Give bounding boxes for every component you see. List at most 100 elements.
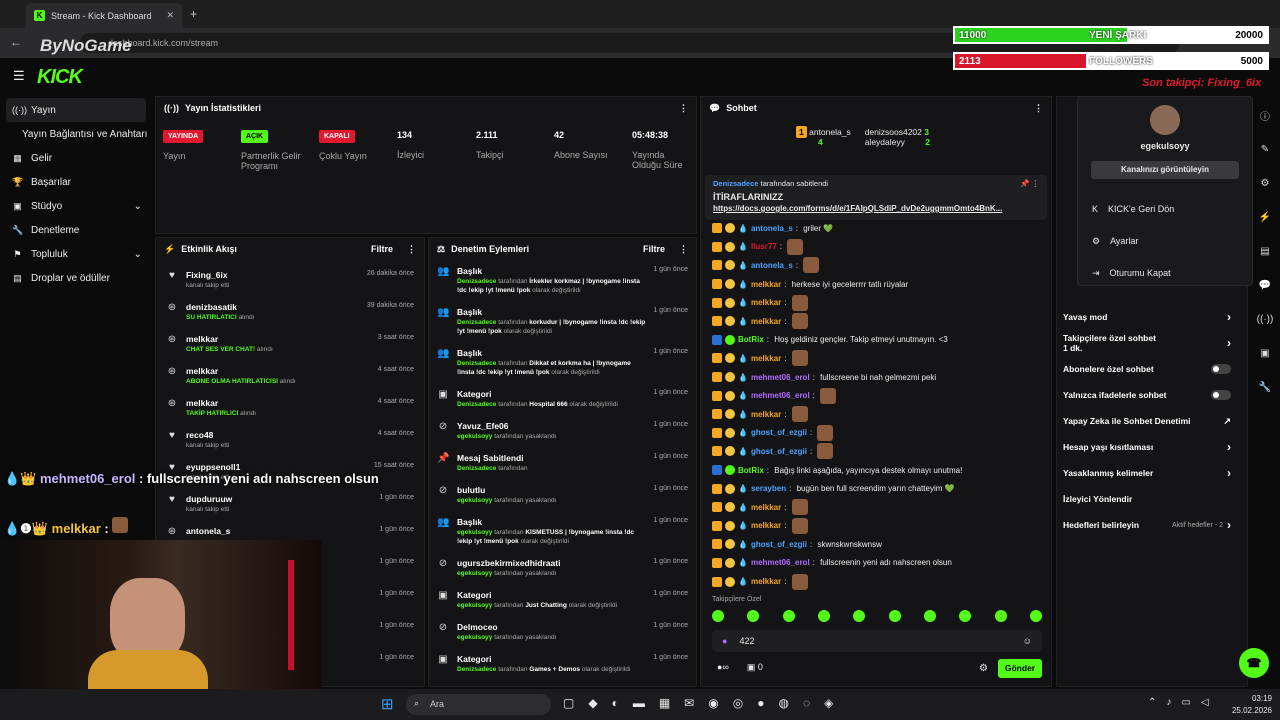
edit-icon[interactable]: ✎ [1250, 132, 1280, 166]
obs-icon[interactable]: ◌ [803, 696, 810, 710]
modlog-row[interactable]: ⊘ bulutlu egekulsoyy tarafından yasaklan… [429, 481, 696, 513]
wrench-rail-icon[interactable]: 🔧 [1250, 370, 1280, 404]
filter-button[interactable]: Filtre [371, 244, 393, 254]
gear-icon[interactable]: ⚙ [979, 663, 988, 674]
modlog-row[interactable]: ⊘ ugurszbekirmixedhidraati egekulsoyy ta… [429, 554, 696, 586]
chat-message[interactable]: BotRix: Bağış linki aşağıda, yayıncıya d… [702, 461, 1047, 480]
more-icon[interactable]: ⋮ [407, 244, 416, 255]
pinned-link[interactable]: https://docs.google.com/forms/d/e/1FAIpQ… [713, 204, 1039, 213]
chat-message[interactable]: 💧 llusr77: [702, 238, 1047, 257]
sidebar-item-yayin[interactable]: ((·)) Yayın [6, 98, 146, 122]
emote-button[interactable] [817, 610, 830, 622]
chat-message[interactable]: 💧 mehmet06_erol: fullscreenin yeni adı na… [702, 554, 1047, 573]
close-tab-icon[interactable]: ✕ [166, 10, 174, 21]
emote-button[interactable] [782, 610, 795, 622]
sidebar-item-basarilar[interactable]: 🏆 Başarılar [0, 170, 152, 194]
activity-row[interactable]: ♥ Fixing_6ix kanalı takip etti 26 dakika… [156, 266, 424, 298]
sidebar-item-droplar[interactable]: ▤ Droplar ve ödüller [0, 266, 152, 290]
sidebar-item-topluluk[interactable]: ⚑ Topluluk ⌄ [0, 242, 152, 266]
sidebar-item-studyo[interactable]: ▣ Stüdyo ⌄ [0, 194, 152, 218]
info-icon[interactable]: ⓘ [1250, 98, 1280, 132]
setting-row[interactable]: Hesap yaşı kısıtlaması › [1057, 434, 1237, 460]
back-icon[interactable]: ← [10, 35, 22, 49]
send-button[interactable]: Gönder [998, 659, 1042, 678]
setting-row[interactable]: Yapay Zeka ile Sohbet Denetimi ↗ [1057, 408, 1237, 434]
menu-logout[interactable]: ⇥ Oturumu Kapat [1078, 257, 1252, 289]
emote-button[interactable] [747, 610, 760, 622]
view-channel-button[interactable]: Kanalınızı görüntüleyin [1091, 161, 1239, 179]
windows-start-icon[interactable]: ⊞ [381, 695, 394, 713]
emote-button[interactable] [923, 610, 936, 622]
chat-message[interactable]: BotRix: Hoş geldiniz gençler. Takip etme… [702, 331, 1047, 350]
emote-button[interactable] [853, 610, 866, 622]
spotify-icon[interactable]: ● [757, 696, 764, 710]
list-icon[interactable]: ▤ [1250, 234, 1280, 268]
setting-row[interactable]: Yasaklanmış kelimeler › [1057, 460, 1237, 486]
setting-row[interactable]: Yavaş mod › [1057, 304, 1237, 330]
steam-icon[interactable]: ◎ [733, 696, 743, 710]
chat-message[interactable]: 💧 mehmet06_erol: [702, 386, 1047, 405]
modlog-row[interactable]: ⊘ Yavuz_Efe06 egekulsoyy tarafından yasa… [429, 417, 696, 449]
menu-back-to-kick[interactable]: K KICK'e Geri Dön [1078, 193, 1252, 225]
toggle-switch[interactable] [1211, 390, 1231, 400]
emote-button[interactable] [712, 610, 724, 622]
studio-rail-icon[interactable]: ▣ [1250, 336, 1280, 370]
setting-row[interactable]: Abonelere özel sohbet [1057, 356, 1237, 382]
more-icon[interactable]: ⋮ [679, 244, 688, 255]
emote-button[interactable] [888, 610, 901, 622]
more-icon[interactable]: ⋮ [679, 103, 688, 114]
more-icon[interactable]: ⋮ [1034, 103, 1043, 114]
emote-button[interactable] [1029, 610, 1042, 622]
edge-icon[interactable]: ◐ [612, 696, 619, 710]
chevron-up-icon[interactable]: ⌃ [1148, 697, 1156, 708]
activity-row[interactable]: ⊛ melkkar CHAT SES VER CHAT! alındı 3 sa… [156, 330, 424, 362]
broadcast-rail-icon[interactable]: ((·)) [1250, 302, 1280, 336]
modlog-row[interactable]: 👥 Başlık Denizsadece tarafından Dikkat e… [429, 344, 696, 385]
modlog-row[interactable]: ▣ Kategori Denizsadece tarafından Hospit… [429, 385, 696, 417]
store-icon[interactable]: ▦ [659, 696, 670, 710]
modlog-row[interactable]: ▣ Kategori egekulsoyy tarafından Just Ch… [429, 586, 696, 618]
chat-message[interactable]: 💧 ghost_of_ezgii: [702, 442, 1047, 461]
avatar[interactable] [1150, 105, 1180, 135]
network-icon[interactable]: ▭ [1181, 697, 1190, 708]
activity-row[interactable]: ♥ reco48 kanalı takip etti 4 saat önce [156, 426, 424, 458]
setting-row[interactable]: İzleyici Yönlendir [1057, 486, 1237, 512]
chat-message[interactable]: 💧 ghost_of_ezgii: [702, 424, 1047, 443]
chat-rail-icon[interactable]: 💬 [1250, 268, 1280, 302]
sidebar-item-stream-key[interactable]: Yayın Bağlantısı ve Anahtarı [0, 122, 152, 146]
modlog-row[interactable]: 📌 Mesaj Sabitlendi Denizsadece tarafında… [429, 449, 696, 481]
bolt-icon[interactable]: ⚡ [1250, 200, 1280, 234]
emote-button[interactable] [994, 610, 1007, 622]
chat-message[interactable]: 💧 antonela_s: [702, 256, 1047, 275]
volume-icon[interactable]: ◁ [1201, 697, 1209, 708]
modlog-row[interactable]: ⊘ Delmoceo egekulsoyy tarafından yasakla… [429, 618, 696, 650]
taskview-icon[interactable]: ▢ [563, 696, 574, 710]
settings-rail-icon[interactable]: ⚙ [1250, 166, 1280, 200]
gifter-1[interactable]: 1 antonela_s 4 [796, 126, 851, 147]
new-tab-icon[interactable]: + [190, 7, 197, 21]
emote-button[interactable] [959, 610, 972, 622]
setting-row[interactable]: Takipçilere özel sohbet 1 dk. › [1057, 330, 1237, 356]
sidebar-item-gelir[interactable]: ▦ Gelir [0, 146, 152, 170]
modlog-row[interactable]: ▣ Kategori Denizsadece tarafından Games … [429, 650, 696, 682]
chat-input[interactable]: ● 422 ☺ [712, 630, 1042, 652]
chat-message[interactable]: 💧 melkkar: [702, 293, 1047, 312]
chat-message[interactable]: 💧 melkkar: herkese iyi gecelerrrr tatlı r… [702, 275, 1047, 294]
discord-icon[interactable]: ◉ [708, 696, 718, 710]
setting-row[interactable]: Yalnızca ifadelerle sohbet [1057, 382, 1237, 408]
sidebar-item-denetleme[interactable]: 🔧 Denetleme [0, 218, 152, 242]
gifter-2[interactable]: denizsoos4202 3 aleydaleyy 2 [865, 127, 930, 147]
modlog-row[interactable]: 👥 Başlık egekulsoyy tarafından KISMETUSS… [429, 513, 696, 554]
toggle-switch[interactable] [1211, 364, 1231, 374]
chat-message[interactable]: 💧 melkkar: [702, 312, 1047, 331]
chrome-icon[interactable]: ◍ [778, 696, 788, 710]
chat-message[interactable]: 💧 melkkar: [702, 498, 1047, 517]
chat-message[interactable]: 💧 melkkar: [702, 517, 1047, 536]
mic-tray-icon[interactable]: ♪ [1166, 697, 1171, 708]
kick-logo[interactable]: KICK [37, 66, 83, 89]
activity-row[interactable]: ♥ dupduruuw kanalı takip etti 1 gün önce [156, 490, 424, 522]
chat-message[interactable]: 💧 mehmet06_erol: fullscreene bi nah gelme… [702, 368, 1047, 387]
activity-row[interactable]: ⊛ melkkar ABONE OLMA HATIRLATICISI alınd… [156, 362, 424, 394]
menu-settings[interactable]: ⚙ Ayarlar [1078, 225, 1252, 257]
chat-message[interactable]: 💧 melkkar: [702, 572, 1047, 591]
